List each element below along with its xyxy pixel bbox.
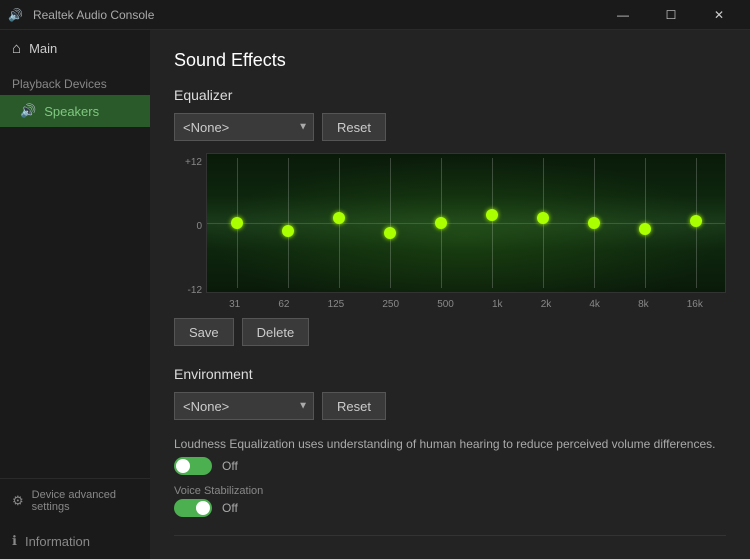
sidebar-speakers-label: Speakers — [44, 104, 99, 119]
environment-preset-select[interactable]: <None> — [174, 392, 314, 420]
eq-thumb-1[interactable] — [282, 225, 294, 237]
voice-stabilization-label: Voice Stabilization — [174, 485, 726, 497]
eq-slider-6[interactable] — [517, 154, 568, 292]
eq-x-label-1: 62 — [278, 299, 289, 310]
home-icon: ⌂ — [12, 40, 21, 57]
equalizer-preset-select[interactable]: <None> — [174, 113, 314, 141]
eq-thumb-3[interactable] — [384, 227, 396, 239]
eq-thumb-8[interactable] — [639, 223, 651, 235]
titlebar: 🔊 Realtek Audio Console — ☐ ✕ — [0, 0, 750, 30]
loudness-toggle-knob — [176, 459, 190, 473]
eq-slider-1[interactable] — [262, 154, 313, 292]
eq-slider-8[interactable] — [619, 154, 670, 292]
sidebar-information-label: Information — [25, 534, 90, 549]
eq-slider-4[interactable] — [415, 154, 466, 292]
eq-y-label-mid: 0 — [174, 221, 202, 232]
eq-slider-0[interactable] — [211, 154, 262, 292]
equalizer-graph — [206, 153, 726, 293]
eq-y-label-top: +12 — [174, 157, 202, 168]
sound-effects-title: Sound Effects — [174, 50, 726, 71]
equalizer-reset-button[interactable]: Reset — [322, 113, 386, 141]
environment-controls-row: <None> ▼ Reset — [174, 392, 726, 420]
environment-section: Environment <None> ▼ Reset — [174, 366, 726, 420]
voice-stabilization-status: Off — [222, 501, 238, 515]
voice-stabilization-toggle[interactable] — [174, 499, 212, 517]
eq-x-label-2: 125 — [328, 299, 345, 310]
eq-slider-7[interactable] — [568, 154, 619, 292]
app-body: ⌂ Main Playback Devices 🔊 Speakers ⚙ Dev… — [0, 30, 750, 559]
eq-x-label-9: 16k — [687, 299, 703, 310]
sidebar-main-label: Main — [29, 41, 57, 56]
environment-reset-button[interactable]: Reset — [322, 392, 386, 420]
sidebar-item-information[interactable]: ℹ Information — [0, 523, 150, 559]
eq-x-label-4: 500 — [437, 299, 454, 310]
loudness-section: Loudness Equalization uses understanding… — [174, 436, 726, 475]
eq-x-label-6: 2k — [541, 299, 552, 310]
equalizer-delete-button[interactable]: Delete — [242, 318, 310, 346]
main-content: Sound Effects Equalizer <None> ▼ Reset +… — [150, 30, 750, 559]
info-icon: ℹ — [12, 533, 17, 549]
eq-slider-9[interactable] — [670, 154, 721, 292]
eq-x-label-0: 31 — [229, 299, 240, 310]
divider-1 — [174, 535, 726, 536]
eq-thumb-6[interactable] — [537, 212, 549, 224]
titlebar-title: Realtek Audio Console — [29, 8, 600, 22]
maximize-button[interactable]: ☐ — [648, 0, 694, 30]
equalizer-label: Equalizer — [174, 87, 726, 103]
loudness-status: Off — [222, 459, 238, 473]
app-icon: 🔊 — [8, 8, 23, 22]
equalizer-save-button[interactable]: Save — [174, 318, 234, 346]
eq-thumb-0[interactable] — [231, 217, 243, 229]
eq-thumb-5[interactable] — [486, 209, 498, 221]
titlebar-controls: — ☐ ✕ — [600, 0, 742, 30]
eq-thumb-7[interactable] — [588, 217, 600, 229]
eq-sliders-row — [207, 154, 725, 292]
eq-track-3 — [390, 158, 391, 288]
eq-track-5 — [492, 158, 493, 288]
eq-slider-3[interactable] — [364, 154, 415, 292]
eq-x-labels: 31 62 125 250 500 1k 2k 4k 8k 16k — [206, 297, 726, 318]
eq-slider-5[interactable] — [466, 154, 517, 292]
loudness-toggle[interactable] — [174, 457, 212, 475]
minimize-button[interactable]: — — [600, 0, 646, 30]
eq-track-1 — [288, 158, 289, 288]
sidebar-item-device-advanced[interactable]: ⚙ Device advanced settings — [0, 479, 150, 523]
equalizer-controls-row: <None> ▼ Reset — [174, 113, 726, 141]
loudness-description: Loudness Equalization uses understanding… — [174, 436, 726, 453]
eq-x-label-3: 250 — [382, 299, 399, 310]
voice-stabilization-toggle-row: Off — [174, 499, 726, 517]
voice-stabilization-section: Voice Stabilization Off — [174, 485, 726, 517]
sidebar: ⌂ Main Playback Devices 🔊 Speakers ⚙ Dev… — [0, 30, 150, 559]
environment-label: Environment — [174, 366, 726, 382]
close-button[interactable]: ✕ — [696, 0, 742, 30]
eq-x-label-5: 1k — [492, 299, 503, 310]
loudness-toggle-row: Off — [174, 457, 726, 475]
gear-icon: ⚙ — [12, 493, 24, 509]
sidebar-bottom: ⚙ Device advanced settings ℹ Information — [0, 478, 150, 559]
eq-x-label-7: 4k — [589, 299, 600, 310]
equalizer-graph-container: +12 0 -12 — [174, 153, 726, 318]
environment-preset-wrapper: <None> ▼ — [174, 392, 314, 420]
speaker-icon: 🔊 — [20, 103, 36, 119]
sidebar-item-main[interactable]: ⌂ Main — [0, 30, 150, 67]
voice-stabilization-knob — [196, 501, 210, 515]
eq-save-delete-row: Save Delete — [174, 318, 726, 346]
sidebar-section-playback: Playback Devices — [0, 67, 150, 95]
eq-y-label-bot: -12 — [174, 285, 202, 296]
eq-thumb-9[interactable] — [690, 215, 702, 227]
eq-thumb-4[interactable] — [435, 217, 447, 229]
eq-thumb-2[interactable] — [333, 212, 345, 224]
default-format-section: Default Format Select the sample rate an… — [174, 552, 726, 559]
sidebar-device-advanced-label: Device advanced settings — [32, 489, 138, 513]
sidebar-item-speakers[interactable]: 🔊 Speakers — [0, 95, 150, 127]
eq-slider-2[interactable] — [313, 154, 364, 292]
eq-x-label-8: 8k — [638, 299, 649, 310]
equalizer-preset-wrapper: <None> ▼ — [174, 113, 314, 141]
